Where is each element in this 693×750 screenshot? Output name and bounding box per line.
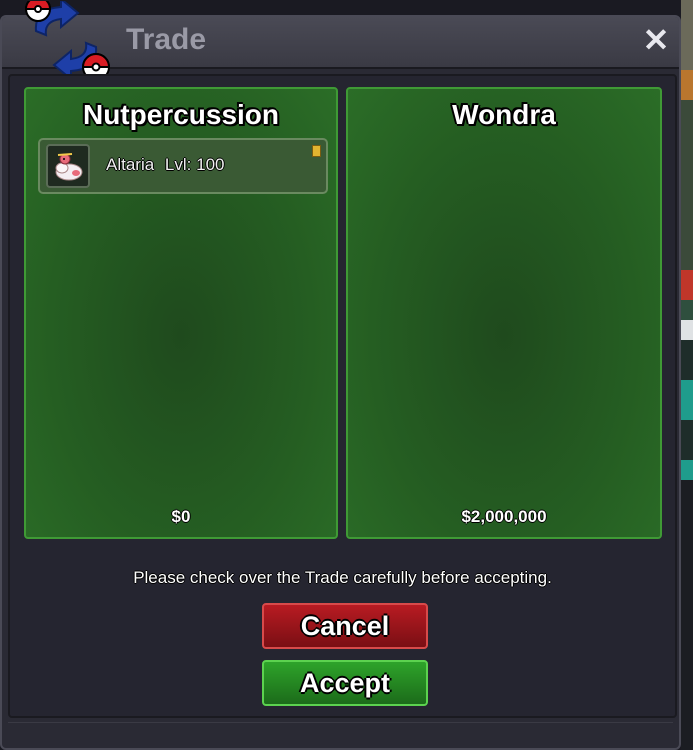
right-trader-panel: Wondra $2,000,000 [346,87,662,539]
left-trader-money: $0 [171,507,191,526]
background-scenery [681,0,693,750]
item-level-label: Lvl: [164,155,192,174]
accept-button[interactable]: Accept [262,660,428,706]
left-trader-panel: Nutpercussion Altaria Lvl: 100 $0 [24,87,338,539]
close-button[interactable]: ✕ [639,23,673,57]
window-footer [8,722,673,743]
item-badge-icon [312,145,321,157]
trade-item-slot[interactable]: Altaria Lvl: 100 [38,138,328,194]
cancel-button[interactable]: Cancel [262,603,428,649]
trade-window: Trade ✕ Nutpercussion Altaria Lvl: 100 $… [0,1,681,750]
item-thumbnail [46,144,90,188]
trade-arrows-icon [24,1,111,81]
left-trader-name: Nutpercussion [82,99,280,130]
item-label: Altaria Lvl: 100 [106,155,225,175]
trade-content: Nutpercussion Altaria Lvl: 100 $0 Wondra… [8,74,677,718]
item-name: Altaria [106,155,155,174]
right-trader-name: Wondra [452,99,556,130]
close-icon: ✕ [642,22,670,58]
item-level: 100 [196,155,225,174]
window-title: Trade [126,23,207,56]
trade-notice: Please check over the Trade carefully be… [133,568,552,587]
altaria-sprite-icon [55,153,83,181]
right-trader-money: $2,000,000 [461,507,547,526]
